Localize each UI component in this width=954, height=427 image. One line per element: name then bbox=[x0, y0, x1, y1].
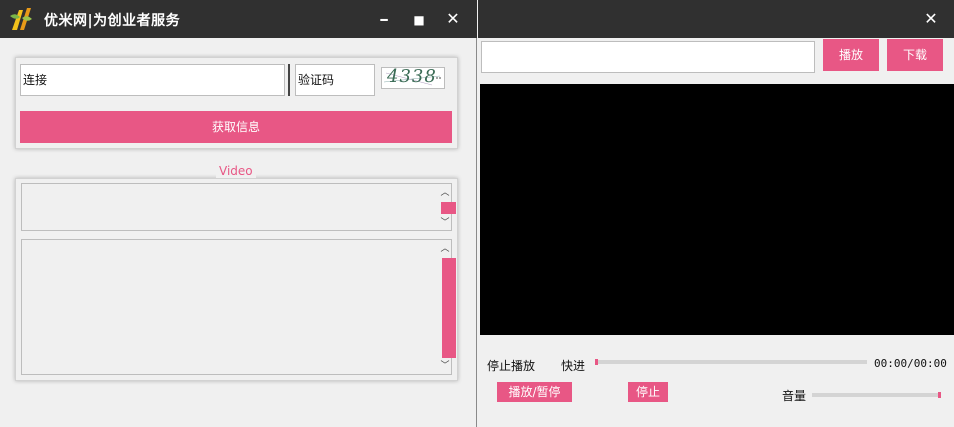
play-pause-button[interactable]: 播放/暂停 bbox=[497, 382, 572, 402]
playback-status: 停止播放 bbox=[487, 359, 536, 373]
captcha-image[interactable]: 4338 bbox=[381, 66, 445, 89]
close-button[interactable]: ✕ bbox=[920, 8, 942, 30]
download-button[interactable]: 下载 bbox=[887, 39, 943, 71]
scrollbar-thumb[interactable] bbox=[441, 202, 456, 214]
link-input[interactable]: 连接 bbox=[20, 64, 285, 96]
left-titlebar[interactable]: 优米网|为创业者服务 ━ ■ ✕ bbox=[0, 0, 477, 38]
captcha-input[interactable]: 验证码 bbox=[295, 64, 375, 96]
scroll-down-icon[interactable]: ﹀ bbox=[438, 217, 452, 229]
play-button[interactable]: 播放 bbox=[823, 39, 879, 71]
close-button[interactable]: ✕ bbox=[442, 8, 464, 30]
captcha-text: 4338 bbox=[387, 66, 437, 87]
volume-slider-handle[interactable] bbox=[938, 392, 941, 398]
maximize-icon: ■ bbox=[413, 13, 425, 27]
input-divider bbox=[288, 64, 290, 96]
left-window: 优米网|为创业者服务 ━ ■ ✕ 连接 验证码 4338 获取信息 ︿ ﹀ ︿ … bbox=[0, 0, 477, 427]
close-icon: ✕ bbox=[924, 9, 938, 28]
scroll-up-icon[interactable]: ︿ bbox=[438, 187, 452, 199]
window-title: 优米网|为创业者服务 bbox=[44, 13, 181, 29]
volume-label: 音量 bbox=[782, 389, 807, 403]
time-display: 00:00/00:00 bbox=[874, 357, 947, 370]
seek-slider-handle[interactable] bbox=[595, 359, 598, 365]
fast-forward-label: 快进 bbox=[561, 359, 586, 373]
app-logo-icon bbox=[10, 8, 32, 30]
stop-button[interactable]: 停止 bbox=[628, 382, 668, 402]
scroll-down-icon[interactable]: ﹀ bbox=[438, 360, 452, 372]
form-panel: 连接 验证码 4338 获取信息 bbox=[15, 57, 458, 149]
scroll-up-icon[interactable]: ︿ bbox=[438, 243, 452, 255]
video-group-panel: ︿ ﹀ ︿ ﹀ bbox=[15, 178, 458, 381]
maximize-button[interactable]: ■ bbox=[408, 8, 430, 30]
url-input[interactable] bbox=[481, 41, 815, 73]
video-list-top[interactable]: ︿ ﹀ bbox=[21, 183, 456, 231]
volume-slider[interactable] bbox=[812, 392, 941, 398]
video-list-bottom[interactable]: ︿ ﹀ bbox=[21, 239, 456, 375]
right-titlebar[interactable]: ✕ bbox=[478, 0, 954, 38]
minimize-icon: ━ bbox=[380, 13, 388, 27]
seek-slider[interactable] bbox=[595, 359, 867, 365]
get-info-button[interactable]: 获取信息 bbox=[20, 111, 452, 143]
video-group-label: Video bbox=[216, 164, 256, 178]
scrollbar-thumb[interactable] bbox=[442, 258, 456, 358]
minimize-button[interactable]: ━ bbox=[373, 8, 395, 30]
video-player[interactable] bbox=[480, 84, 954, 335]
close-icon: ✕ bbox=[446, 9, 460, 28]
right-window: ✕ 播放 下载 停止播放 快进 00:00/00:00 播放/暂停 停止 音量 bbox=[478, 0, 954, 427]
